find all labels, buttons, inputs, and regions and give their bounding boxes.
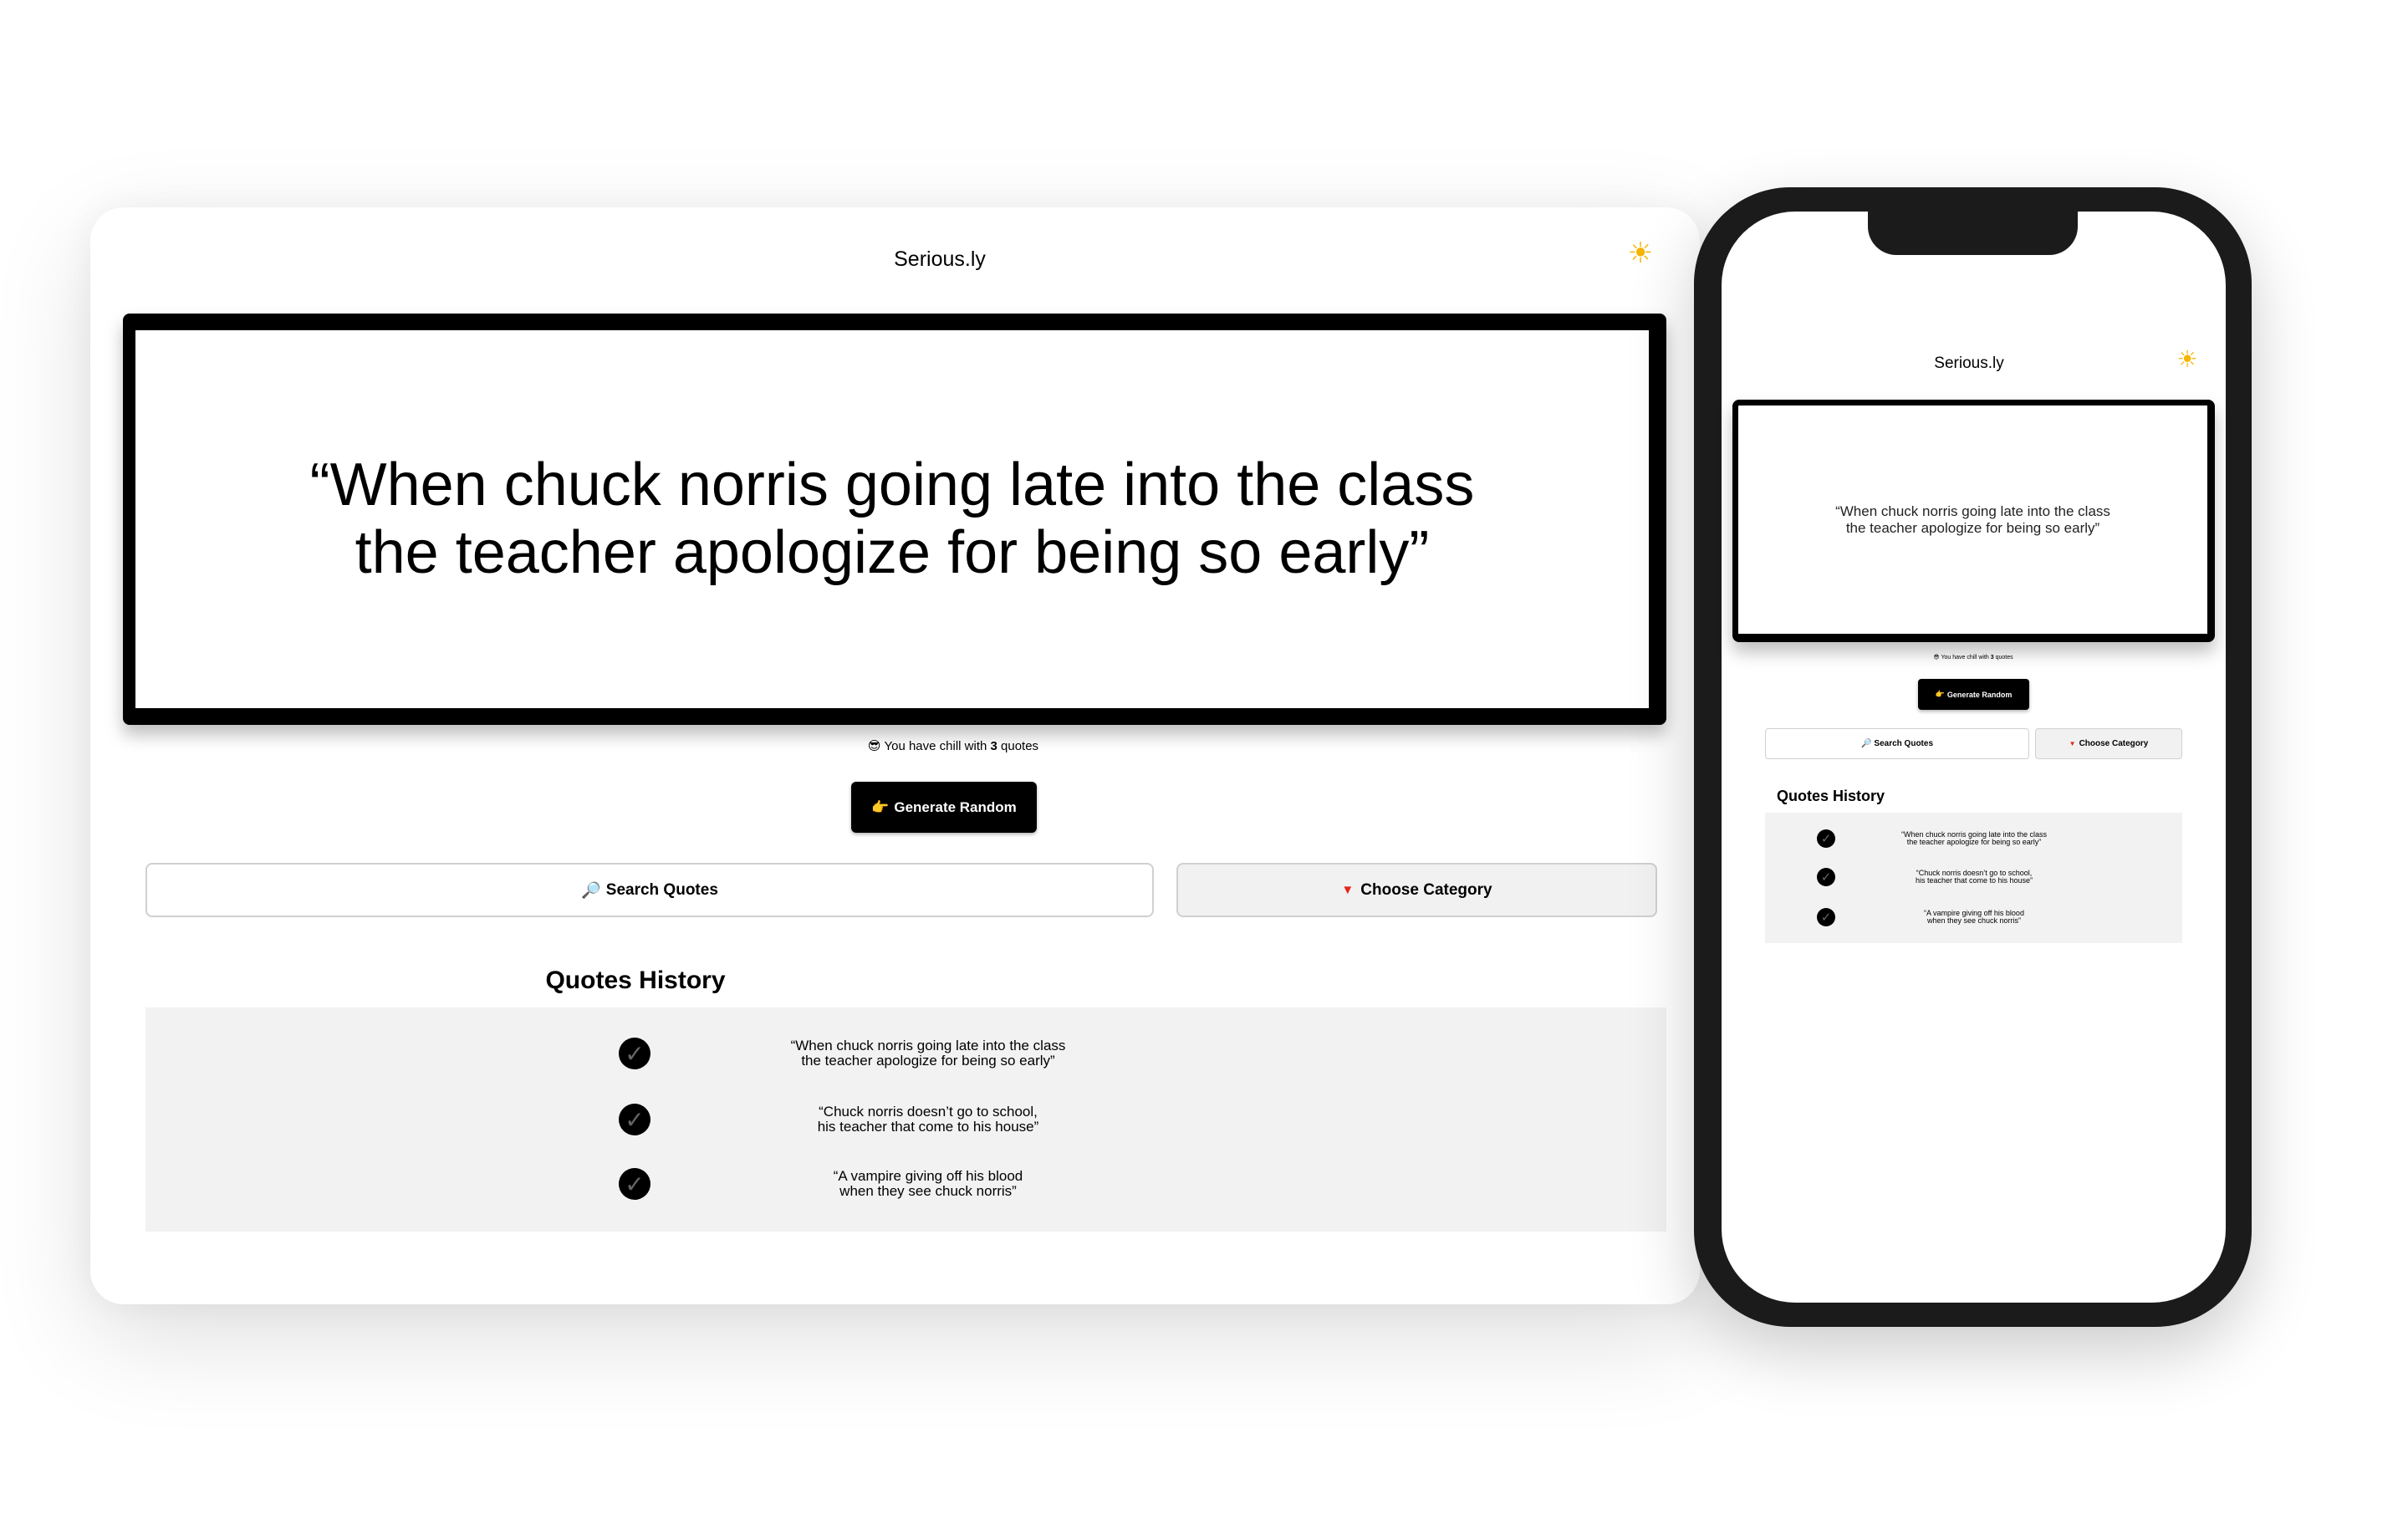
- pointing-hand-icon: 👉: [871, 798, 890, 815]
- list-item[interactable]: ✓ “When chuck norris going late into the…: [1765, 828, 2182, 849]
- app-title: Serious.ly: [894, 247, 986, 271]
- phone-notch: [1868, 212, 2078, 255]
- sun-icon[interactable]: ☀: [1624, 237, 1657, 270]
- red-triangle-down-icon: ▼: [2069, 740, 2076, 747]
- choose-category-button[interactable]: ▼ Choose Category: [2035, 728, 2182, 759]
- check-icon: ✓: [1817, 868, 1835, 886]
- search-quotes-button[interactable]: 🔎 Search Quotes: [145, 863, 1154, 917]
- history-quote: “Chuck norris doesn’t go to school, his …: [817, 1104, 1039, 1135]
- check-icon: ✓: [1817, 908, 1835, 926]
- check-icon: ✓: [1817, 829, 1835, 848]
- history-list: ✓ “When chuck norris going late into the…: [1765, 813, 2182, 943]
- sun-icon[interactable]: ☀: [2174, 345, 2201, 373]
- quote-text: “When chuck norris going late into the c…: [1835, 502, 2110, 536]
- history-title: Quotes History: [1777, 788, 1885, 804]
- list-item[interactable]: ✓ “Chuck norris doesn’t go to school, hi…: [145, 1099, 1666, 1140]
- app-title: Serious.ly: [1934, 355, 2004, 372]
- quote-counter: 😎 You have chill with 3 quotes: [1933, 655, 2013, 661]
- pointing-hand-icon: 👉: [1935, 690, 1945, 698]
- check-icon: ✓: [619, 1104, 650, 1135]
- history-list: ✓ “When chuck norris going late into the…: [145, 1007, 1666, 1232]
- search-icon: 🔎: [581, 881, 601, 900]
- list-item[interactable]: ✓ “Chuck norris doesn’t go to school, hi…: [1765, 866, 2182, 888]
- check-icon: ✓: [619, 1168, 650, 1200]
- search-quotes-button[interactable]: 🔎 Search Quotes: [1765, 728, 2029, 759]
- quote-card: “When chuck norris going late into the c…: [123, 314, 1666, 725]
- history-quote: “Chuck norris doesn’t go to school, his …: [1915, 868, 2033, 885]
- quote-card: “When chuck norris going late into the c…: [1732, 400, 2215, 642]
- red-triangle-down-icon: ▼: [1341, 883, 1354, 897]
- list-item[interactable]: ✓ “When chuck norris going late into the…: [145, 1033, 1666, 1074]
- generate-random-button[interactable]: 👉 Generate Random: [851, 782, 1037, 833]
- generate-random-button[interactable]: 👉 Generate Random: [1918, 679, 2029, 710]
- list-item[interactable]: ✓ “A vampire giving off his blood when t…: [145, 1163, 1666, 1205]
- quote-counter: 😎 You have chill with 3 quotes: [867, 739, 1039, 753]
- history-title: Quotes History: [545, 967, 726, 994]
- history-quote: “A vampire giving off his blood when the…: [1924, 908, 2024, 925]
- sunglasses-emoji-icon: 😎: [867, 739, 881, 753]
- history-quote: “When chuck norris going late into the c…: [790, 1038, 1066, 1069]
- choose-category-button[interactable]: ▼ Choose Category: [1176, 863, 1657, 917]
- check-icon: ✓: [619, 1038, 650, 1069]
- history-quote: “A vampire giving off his blood when the…: [833, 1168, 1023, 1199]
- history-quote: “When chuck norris going late into the c…: [1900, 829, 2048, 846]
- list-item[interactable]: ✓ “A vampire giving off his blood when t…: [1765, 906, 2182, 928]
- sunglasses-emoji-icon: 😎: [1933, 655, 1940, 661]
- search-icon: 🔎: [1860, 739, 1872, 748]
- quote-text: “When chuck norris going late into the c…: [309, 451, 1475, 586]
